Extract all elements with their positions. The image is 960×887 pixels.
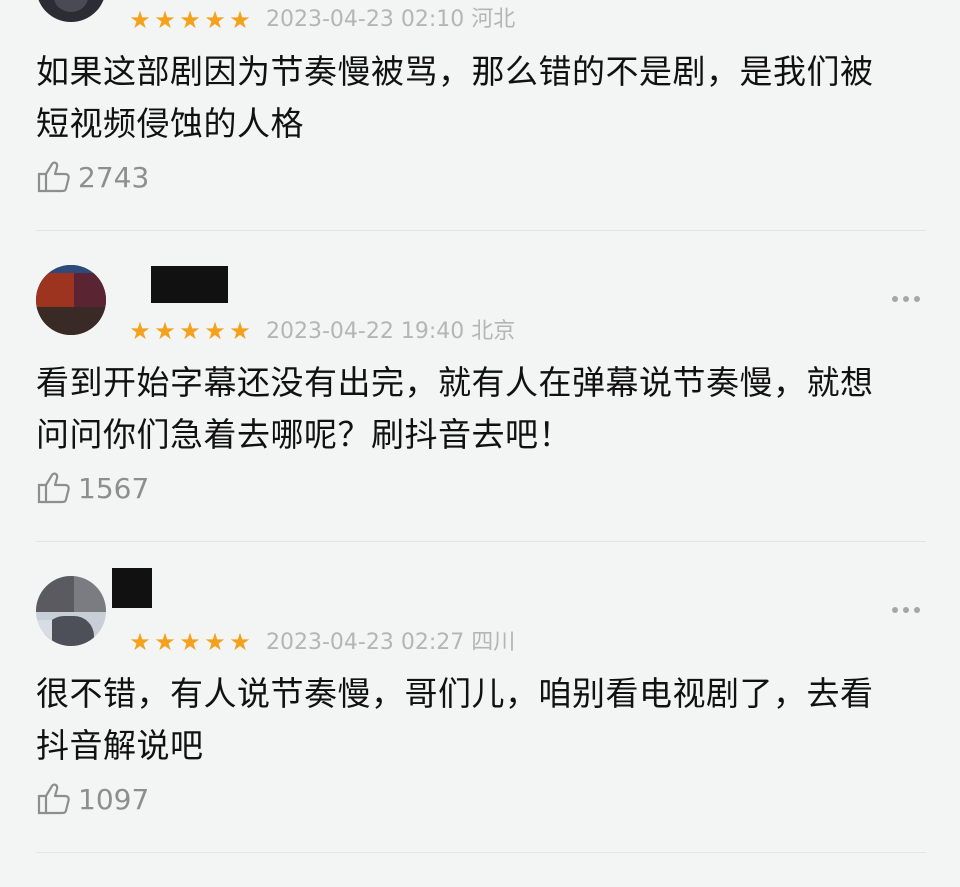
- avatar[interactable]: [36, 0, 106, 22]
- star-icon: ★: [129, 6, 151, 34]
- comment-item: ★ ★ ★ ★ ★ 2023-04-23 02:27 四川 很不错，有人说节奏慢…: [0, 542, 960, 852]
- divider: [36, 852, 926, 853]
- star-icon: ★: [229, 6, 251, 34]
- star-icon: ★: [154, 6, 176, 34]
- avatar[interactable]: [36, 576, 106, 646]
- comment-item: ★ ★ ★ ★ ★ 2023-04-22 19:40 北京 看到开始字幕还没有出…: [0, 231, 960, 541]
- star-icon: ★: [229, 628, 251, 656]
- star-icon: ★: [179, 6, 201, 34]
- more-dots-icon[interactable]: [886, 289, 926, 309]
- comment-meta: 2023-04-23 02:10 河北: [266, 7, 515, 33]
- comment-location: 四川: [471, 630, 516, 655]
- comment-text-line: 如果这部剧因为节奏慢被骂，那么错的不是剧，是我们被: [36, 52, 874, 91]
- comment-text: 如果这部剧因为节奏慢被骂，那么错的不是剧，是我们被 短视频侵蚀的人格: [36, 46, 926, 150]
- star-icon: ★: [129, 317, 151, 345]
- like-count: 1097: [78, 782, 150, 816]
- star-icon: ★: [179, 317, 201, 345]
- star-icon: ★: [229, 317, 251, 345]
- rating-stars: ★ ★ ★ ★ ★: [128, 319, 252, 343]
- star-icon: ★: [154, 628, 176, 656]
- comment-text: 很不错，有人说节奏慢，哥们儿，咱别看电视剧了，去看 抖音解说吧: [36, 668, 926, 772]
- comment-date: 2023-04-23 02:27: [266, 630, 465, 655]
- comment-text: 看到开始字幕还没有出完，就有人在弹幕说节奏慢，就想 问问你们急着去哪呢？刷抖音去…: [36, 357, 926, 461]
- username-mosaic: [151, 266, 228, 303]
- comment-item: ★ ★ ★ ★ ★ 2023-04-23 02:10 河北 如果这部剧因为节奏慢…: [0, 0, 960, 230]
- comment-meta: 2023-04-23 02:27 四川: [266, 630, 515, 656]
- comment-text-line: 抖音解说吧: [36, 726, 204, 765]
- comment-location: 河北: [471, 7, 516, 32]
- like-count: 2743: [78, 160, 150, 194]
- star-icon: ★: [129, 628, 151, 656]
- star-icon: ★: [154, 317, 176, 345]
- thumbs-up-icon: [36, 471, 72, 505]
- more-dots-icon[interactable]: [886, 600, 926, 620]
- like-button[interactable]: 1097: [36, 782, 149, 816]
- comment-text-line: 很不错，有人说节奏慢，哥们儿，咱别看电视剧了，去看: [36, 674, 874, 713]
- comment-date: 2023-04-23 02:10: [266, 7, 465, 32]
- like-button[interactable]: 1567: [36, 471, 149, 505]
- thumbs-up-icon: [36, 160, 72, 194]
- star-icon: ★: [204, 6, 226, 34]
- comment-text-line: 问问你们急着去哪呢？刷抖音去吧！: [36, 415, 572, 454]
- like-button[interactable]: 2743: [36, 160, 149, 194]
- comment-meta: 2023-04-22 19:40 北京: [266, 319, 515, 345]
- comment-text-line: 看到开始字幕还没有出完，就有人在弹幕说节奏慢，就想: [36, 363, 874, 402]
- username-mosaic: [112, 568, 152, 608]
- star-icon: ★: [179, 628, 201, 656]
- comment-date: 2023-04-22 19:40: [266, 319, 465, 344]
- rating-stars: ★ ★ ★ ★ ★: [128, 630, 252, 654]
- star-icon: ★: [204, 628, 226, 656]
- comment-location: 北京: [471, 319, 516, 344]
- comment-text-line: 短视频侵蚀的人格: [36, 104, 304, 143]
- avatar[interactable]: [36, 265, 106, 335]
- rating-stars: ★ ★ ★ ★ ★: [128, 8, 252, 32]
- thumbs-up-icon: [36, 782, 72, 816]
- like-count: 1567: [78, 471, 150, 505]
- star-icon: ★: [204, 317, 226, 345]
